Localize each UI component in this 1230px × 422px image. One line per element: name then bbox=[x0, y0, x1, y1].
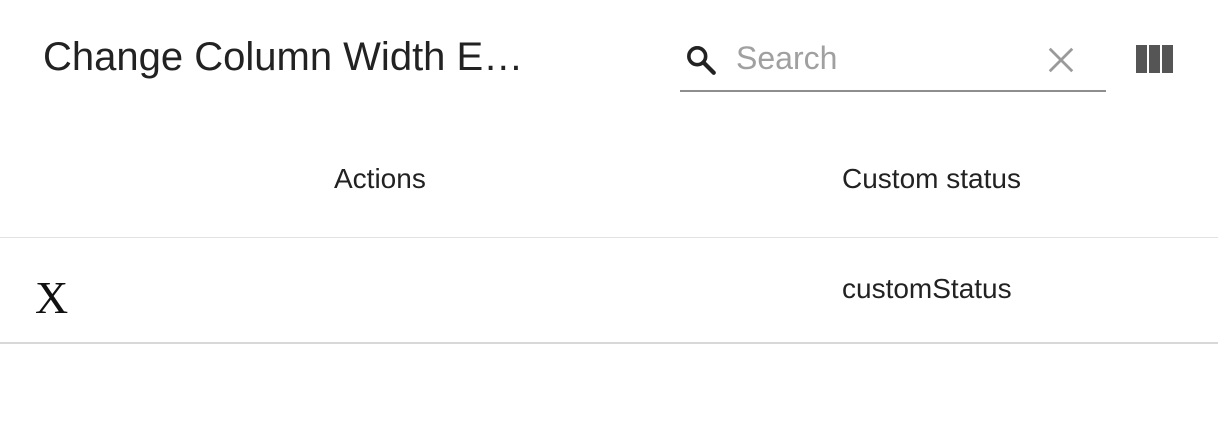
search-field[interactable] bbox=[680, 28, 1106, 92]
table-row: X customStatus bbox=[0, 238, 1218, 344]
view-column-icon[interactable] bbox=[1134, 42, 1174, 76]
table-page: Change Column Width E… Actions Custom st… bbox=[0, 0, 1230, 422]
row-action-x-button[interactable]: X bbox=[35, 274, 68, 322]
table-header-row: Actions Custom status bbox=[0, 118, 1218, 238]
search-input[interactable] bbox=[736, 36, 1036, 80]
page-title: Change Column Width E… bbox=[43, 35, 524, 79]
close-icon[interactable] bbox=[1046, 45, 1076, 75]
custom-status-cell: customStatus bbox=[842, 273, 1012, 304]
search-icon bbox=[687, 46, 716, 75]
column-header-custom-status[interactable]: Custom status bbox=[842, 162, 1021, 196]
table-toolbar: Change Column Width E… bbox=[0, 0, 1218, 118]
column-header-actions[interactable]: Actions bbox=[334, 162, 426, 196]
